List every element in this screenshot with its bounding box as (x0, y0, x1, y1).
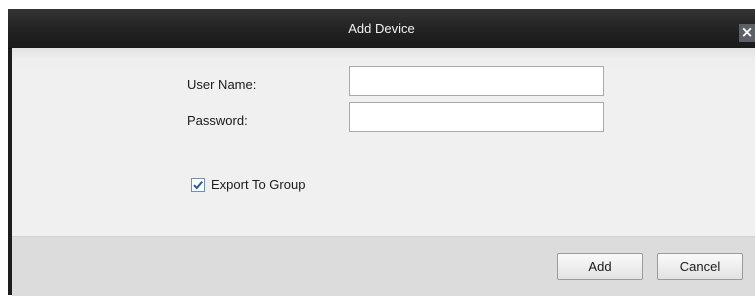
dialog-titlebar[interactable]: Add Device × (8, 9, 755, 49)
password-input[interactable] (349, 102, 604, 132)
add-device-dialog: Add Device × User Name: Password: Export… (8, 9, 755, 296)
add-button[interactable]: Add (557, 253, 643, 280)
dialog-footer: Add Cancel (12, 236, 755, 296)
close-button[interactable]: × (739, 24, 755, 42)
close-icon: × (740, 23, 754, 41)
form-panel: User Name: Password: Export To Group (12, 48, 755, 236)
username-label: User Name: (187, 77, 257, 92)
username-input[interactable] (349, 66, 604, 96)
dialog-body: User Name: Password: Export To Group Add… (12, 48, 755, 296)
password-label: Password: (187, 113, 248, 128)
export-to-group-label[interactable]: Export To Group (211, 177, 305, 192)
cancel-button[interactable]: Cancel (657, 253, 743, 280)
checkmark-icon (193, 180, 203, 190)
dialog-title: Add Device (348, 21, 415, 36)
export-to-group-checkbox[interactable] (191, 178, 205, 192)
